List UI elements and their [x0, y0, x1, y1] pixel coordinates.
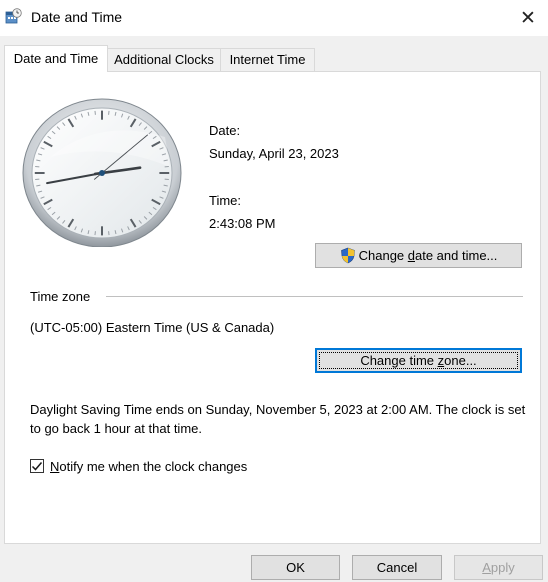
- dst-notice: Daylight Saving Time ends on Sunday, Nov…: [30, 402, 526, 436]
- date-label: Date:: [209, 123, 241, 138]
- change-time-zone-label: Change time zone...: [360, 353, 477, 368]
- title-bar: Date and Time ✕: [0, 0, 548, 36]
- tab-label: Additional Clocks: [114, 52, 214, 67]
- tab-label: Date and Time: [13, 51, 99, 66]
- notify-checkbox[interactable]: [30, 459, 44, 473]
- clock-center: [99, 170, 105, 176]
- uac-shield-icon: [340, 247, 355, 264]
- date-time-app-icon: [5, 8, 22, 24]
- checkmark-icon: [31, 462, 43, 471]
- time-label: Time:: [209, 193, 242, 208]
- time-zone-header: Time zone: [30, 289, 91, 304]
- apply-button[interactable]: Apply: [454, 555, 543, 580]
- time-zone-divider: [106, 296, 523, 297]
- cancel-button[interactable]: Cancel: [352, 555, 442, 580]
- notify-label[interactable]: Notify me when the clock changes: [50, 459, 247, 474]
- time-value: 2:43:08 PM: [209, 216, 276, 231]
- change-date-and-time-label: Change date and time...: [358, 248, 498, 263]
- ok-button[interactable]: OK: [251, 555, 340, 580]
- change-date-and-time-button[interactable]: Change date and time...: [315, 243, 522, 268]
- tab-label: Internet Time: [229, 52, 306, 67]
- analog-clock: [22, 98, 182, 247]
- close-button[interactable]: ✕: [508, 0, 548, 36]
- time-zone-value: (UTC-05:00) Eastern Time (US & Canada): [30, 320, 275, 335]
- window-title: Date and Time: [31, 9, 123, 25]
- change-time-zone-button[interactable]: Change time zone...: [315, 348, 522, 373]
- tab-internet-time[interactable]: Internet Time: [220, 48, 315, 71]
- date-value: Sunday, April 23, 2023: [209, 146, 339, 161]
- tab-date-and-time[interactable]: Date and Time: [4, 45, 108, 72]
- tab-additional-clocks[interactable]: Additional Clocks: [107, 48, 221, 71]
- close-icon: ✕: [520, 7, 536, 29]
